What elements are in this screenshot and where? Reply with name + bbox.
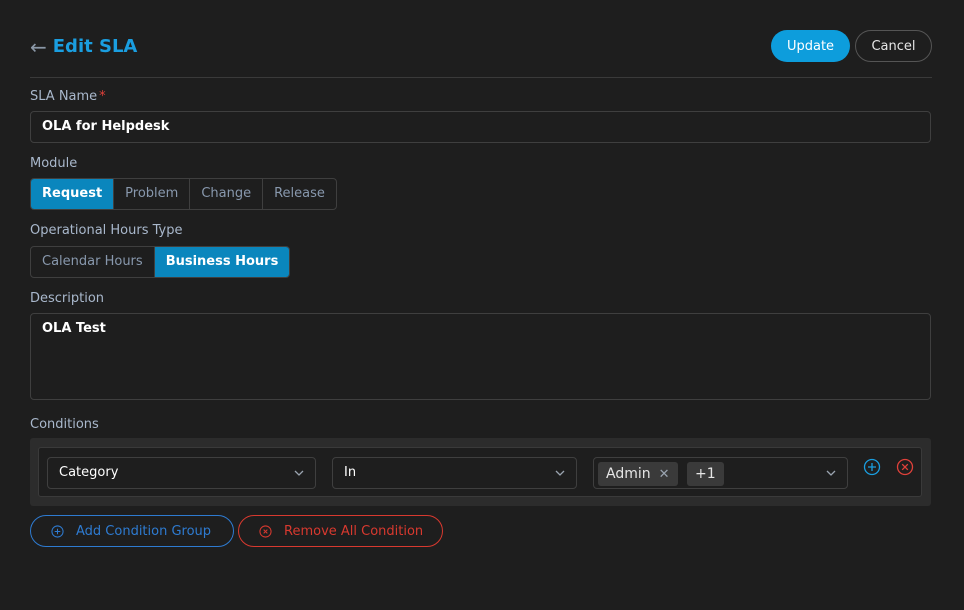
condition-value-multiselect[interactable]: Admin ✕ +1 [593, 457, 848, 489]
remove-condition-icon[interactable] [896, 458, 914, 476]
condition-row: Category In Admin ✕ +1 [38, 447, 922, 497]
description-textarea[interactable]: OLA Test [30, 313, 931, 400]
module-label: Module [30, 156, 78, 171]
close-icon[interactable]: ✕ [659, 467, 670, 482]
more-values-badge[interactable]: +1 [687, 462, 724, 486]
module-option-change[interactable]: Change [190, 179, 264, 209]
module-segmented-control: Request Problem Change Release [30, 178, 337, 210]
add-condition-icon[interactable] [863, 458, 881, 476]
back-link[interactable]: ← Edit SLA [30, 36, 137, 57]
cancel-button[interactable]: Cancel [855, 30, 932, 62]
chevron-down-icon [555, 470, 565, 476]
close-circle-icon [259, 524, 272, 538]
plus-circle-icon [51, 524, 64, 538]
hours-option-calendar[interactable]: Calendar Hours [31, 247, 155, 277]
chevron-down-icon [826, 470, 836, 476]
description-label: Description [30, 291, 105, 306]
page-header: ← Edit SLA Update Cancel [30, 30, 932, 78]
update-button[interactable]: Update [771, 30, 850, 62]
operational-hours-segmented-control: Calendar Hours Business Hours [30, 246, 291, 278]
condition-field-select[interactable]: Category [47, 457, 316, 489]
arrow-left-icon[interactable]: ← [30, 37, 47, 57]
module-option-request[interactable]: Request [31, 179, 115, 209]
add-condition-group-button[interactable]: Add Condition Group [30, 515, 234, 547]
conditions-label: Conditions [30, 417, 99, 432]
operational-hours-label: Operational Hours Type [30, 223, 183, 238]
condition-group: Category In Admin ✕ +1 [30, 438, 931, 506]
sla-name-label: SLA Name * [30, 89, 106, 104]
module-option-release[interactable]: Release [263, 179, 336, 209]
module-option-problem[interactable]: Problem [114, 179, 191, 209]
hours-option-business[interactable]: Business Hours [154, 247, 290, 277]
value-chip: Admin ✕ [598, 462, 678, 486]
chevron-down-icon [294, 470, 304, 476]
remove-all-condition-button[interactable]: Remove All Condition [238, 515, 443, 547]
condition-operator-select[interactable]: In [332, 457, 577, 489]
required-indicator: * [99, 89, 106, 104]
sla-name-input[interactable]: OLA for Helpdesk [30, 111, 931, 143]
page-title: Edit SLA [52, 36, 138, 57]
